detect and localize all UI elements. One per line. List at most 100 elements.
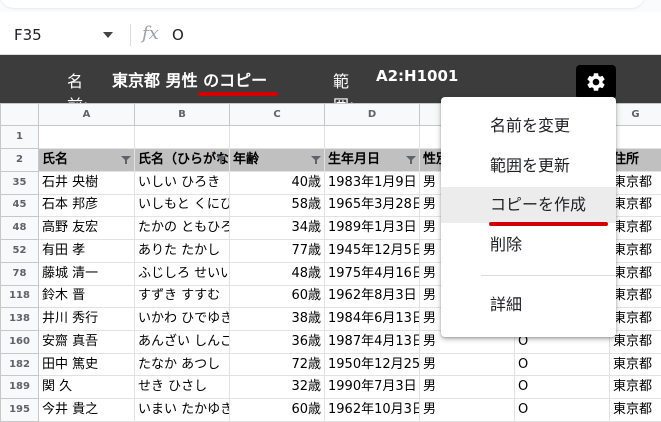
formula-input[interactable]: O bbox=[172, 26, 184, 44]
grid-cell[interactable]: O bbox=[514, 398, 610, 422]
row-number[interactable]: 1 bbox=[0, 125, 39, 150]
grid-cell[interactable]: 1950年12月25日 bbox=[324, 352, 420, 377]
grid-cell[interactable]: 鈴木 晋 bbox=[38, 284, 135, 309]
grid-cell[interactable]: 1984年6月13日 bbox=[324, 307, 420, 332]
grid-cell[interactable]: いしもと くにひこ bbox=[134, 193, 230, 218]
grid-cell[interactable]: 1962年10月3日 bbox=[324, 398, 420, 422]
grid-cell[interactable]: 男 bbox=[419, 375, 515, 400]
grid-cell[interactable] bbox=[324, 125, 420, 150]
grid-cell[interactable]: いかわ ひでゆき bbox=[134, 307, 230, 332]
column-letter[interactable]: A bbox=[38, 103, 135, 127]
grid-cell[interactable]: 東京都 bbox=[609, 239, 661, 263]
grid-cell[interactable]: たかの ともひろ bbox=[134, 216, 230, 241]
grid-cell[interactable]: あんざい しんご bbox=[134, 330, 230, 354]
name-box[interactable]: F35 bbox=[14, 26, 42, 44]
grid-cell[interactable]: 東京都 bbox=[609, 170, 661, 195]
grid-cell[interactable]: 東京都 bbox=[609, 330, 661, 354]
grid-cell[interactable]: 井川 秀行 bbox=[38, 307, 135, 332]
grid-cell[interactable]: 東京都 bbox=[609, 398, 661, 422]
grid-cell[interactable]: 東京都 bbox=[609, 216, 661, 241]
grid-cell[interactable]: ふじしろ せいいち bbox=[134, 261, 230, 286]
grid-cell[interactable]: 1945年12月5日 bbox=[324, 239, 420, 263]
grid-cell[interactable]: 77歳 bbox=[229, 239, 325, 263]
filter-icon[interactable] bbox=[216, 156, 226, 165]
row-number[interactable]: 160 bbox=[0, 330, 39, 354]
chevron-down-icon[interactable] bbox=[103, 32, 113, 38]
grid-cell[interactable]: 田中 篤史 bbox=[38, 352, 135, 377]
grid-cell[interactable]: 1965年3月28日 bbox=[324, 193, 420, 218]
column-letter[interactable]: D bbox=[324, 103, 420, 127]
filter-icon[interactable] bbox=[311, 156, 321, 165]
filter-icon[interactable] bbox=[121, 156, 131, 165]
grid-cell[interactable]: 高野 友宏 bbox=[38, 216, 135, 241]
grid-cell[interactable]: いまい たかゆき bbox=[134, 398, 230, 422]
grid-cell[interactable] bbox=[609, 125, 661, 150]
grid-cell[interactable] bbox=[229, 125, 325, 150]
header-cell[interactable]: 年齢 bbox=[229, 148, 325, 172]
grid-cell[interactable] bbox=[38, 125, 135, 150]
grid-cell[interactable]: 1990年7月3日 bbox=[324, 375, 420, 400]
column-letter[interactable]: B bbox=[134, 103, 230, 127]
grid-cell[interactable]: 東京都 bbox=[609, 307, 661, 332]
grid-cell[interactable]: 60歳 bbox=[229, 284, 325, 309]
grid-cell[interactable]: 32歳 bbox=[229, 375, 325, 400]
grid-cell[interactable]: 石井 央樹 bbox=[38, 170, 135, 195]
grid-cell[interactable]: 1987年4月13日 bbox=[324, 330, 420, 354]
grid-cell[interactable]: 今井 貴之 bbox=[38, 398, 135, 422]
grid-cell[interactable]: 60歳 bbox=[229, 398, 325, 422]
header-cell[interactable]: 氏名（ひらがな） bbox=[134, 148, 230, 172]
row-number[interactable]: 35 bbox=[0, 170, 39, 195]
row-number[interactable]: 45 bbox=[0, 193, 39, 218]
grid-cell[interactable]: ありた たかし bbox=[134, 239, 230, 263]
grid-cell[interactable]: 東京都 bbox=[609, 193, 661, 218]
grid-cell[interactable]: 36歳 bbox=[229, 330, 325, 354]
grid-cell[interactable]: 40歳 bbox=[229, 170, 325, 195]
row-number[interactable]: 2 bbox=[0, 148, 39, 172]
row-number[interactable]: 182 bbox=[0, 352, 39, 377]
grid-cell[interactable]: 男 bbox=[419, 352, 515, 377]
settings-button[interactable] bbox=[576, 65, 616, 99]
header-cell[interactable]: 住所 bbox=[609, 148, 661, 172]
row-number[interactable]: 52 bbox=[0, 239, 39, 263]
grid-cell[interactable]: 1989年1月3日 bbox=[324, 216, 420, 241]
grid-cell[interactable] bbox=[134, 125, 230, 150]
menu-item-copy[interactable]: コピーを作成 bbox=[441, 187, 616, 223]
grid-cell[interactable]: 1962年8月3日 bbox=[324, 284, 420, 309]
menu-item-update-range[interactable]: 範囲を更新 bbox=[441, 148, 616, 184]
menu-item-delete[interactable]: 削除 bbox=[441, 227, 616, 263]
grid-cell[interactable]: 安齋 真吾 bbox=[38, 330, 135, 354]
grid-cell[interactable]: いしい ひろき bbox=[134, 170, 230, 195]
row-number[interactable]: 48 bbox=[0, 216, 39, 241]
column-letter[interactable]: C bbox=[229, 103, 325, 127]
row-number[interactable]: 195 bbox=[0, 398, 39, 422]
grid-cell[interactable]: 38歳 bbox=[229, 307, 325, 332]
grid-cell[interactable]: 1983年1月9日 bbox=[324, 170, 420, 195]
grid-cell[interactable]: 東京都 bbox=[609, 352, 661, 377]
grid-cell[interactable]: 東京都 bbox=[609, 284, 661, 309]
grid-cell[interactable]: 男 bbox=[419, 398, 515, 422]
grid-cell[interactable]: すずき すすむ bbox=[134, 284, 230, 309]
grid-cell[interactable]: 1975年4月16日 bbox=[324, 261, 420, 286]
grid-cell[interactable]: 藤城 清一 bbox=[38, 261, 135, 286]
grid-cell[interactable]: 34歳 bbox=[229, 216, 325, 241]
row-number[interactable]: 78 bbox=[0, 261, 39, 286]
grid-cell[interactable]: 東京都 bbox=[609, 375, 661, 400]
menu-item-details[interactable]: 詳細 bbox=[441, 287, 616, 323]
grid-cell[interactable]: 関 久 bbox=[38, 375, 135, 400]
row-number[interactable]: 118 bbox=[0, 284, 39, 309]
grid-cell[interactable]: 58歳 bbox=[229, 193, 325, 218]
grid-cell[interactable]: O bbox=[514, 352, 610, 377]
menu-item-rename[interactable]: 名前を変更 bbox=[441, 108, 616, 144]
grid-cell[interactable]: 72歳 bbox=[229, 352, 325, 377]
select-all-corner[interactable] bbox=[0, 103, 39, 127]
grid-cell[interactable]: たなか あつし bbox=[134, 352, 230, 377]
header-cell[interactable]: 氏名 bbox=[38, 148, 135, 172]
grid-cell[interactable]: 48歳 bbox=[229, 261, 325, 286]
grid-cell[interactable]: 有田 孝 bbox=[38, 239, 135, 263]
grid-cell[interactable]: せき ひさし bbox=[134, 375, 230, 400]
row-number[interactable]: 138 bbox=[0, 307, 39, 332]
grid-cell[interactable]: O bbox=[514, 375, 610, 400]
grid-cell[interactable]: 石本 邦彦 bbox=[38, 193, 135, 218]
row-number[interactable]: 189 bbox=[0, 375, 39, 400]
grid-cell[interactable]: 東京都 bbox=[609, 261, 661, 286]
